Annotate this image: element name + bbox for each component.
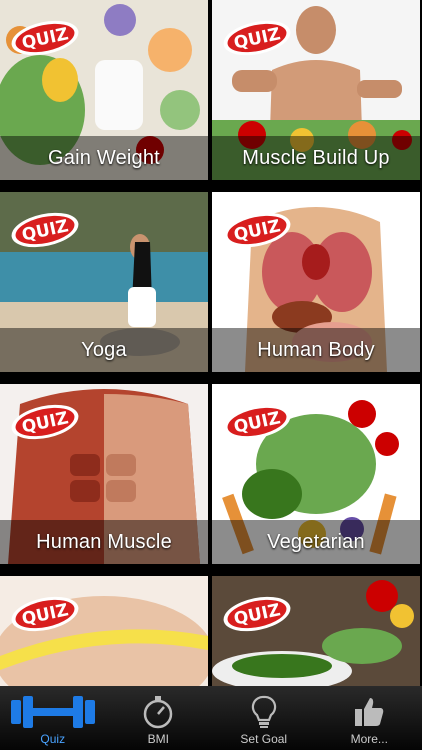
quiz-badge-icon: QUIZ: [11, 596, 79, 632]
quiz-badge-icon: QUIZ: [223, 596, 291, 632]
quiz-grid: QUIZ Gain Weight QUIZ Muscle Build Up QU…: [0, 0, 422, 686]
tab-quiz[interactable]: Quiz: [0, 686, 106, 750]
tab-set-goal[interactable]: Set Goal: [211, 686, 317, 750]
tile-gain-weight[interactable]: QUIZ Gain Weight: [0, 0, 208, 180]
tile-label: Gain Weight: [48, 146, 160, 169]
tab-bar: Quiz BMI Set Goal More...: [0, 686, 422, 750]
tile-label: Muscle Build Up: [242, 146, 390, 169]
quiz-badge-icon: QUIZ: [11, 212, 79, 248]
tile-human-body[interactable]: QUIZ Human Body: [212, 192, 420, 372]
tile-human-muscle[interactable]: QUIZ Human Muscle: [0, 384, 208, 564]
tile-label-bar: Vegetarian: [212, 520, 420, 564]
tile-healthy-food[interactable]: QUIZ: [212, 576, 420, 686]
tab-bmi[interactable]: BMI: [106, 686, 212, 750]
dumbbell-icon: [10, 696, 95, 728]
stopwatch-icon: [144, 696, 173, 729]
quiz-badge-icon: QUIZ: [223, 20, 291, 56]
tile-label-bar: Human Muscle: [0, 520, 208, 564]
quiz-badge-icon: QUIZ: [223, 404, 291, 440]
tile-label-bar: Yoga: [0, 328, 208, 372]
thumbs-up-icon: [355, 698, 384, 726]
tab-label: Quiz: [40, 732, 66, 746]
tile-label: Human Body: [257, 338, 375, 361]
tile-label-bar: Muscle Build Up: [212, 136, 420, 180]
tile-muscle-build-up[interactable]: QUIZ Muscle Build Up: [212, 0, 420, 180]
tile-yoga[interactable]: QUIZ Yoga: [0, 192, 208, 372]
quiz-badge-icon: QUIZ: [223, 212, 291, 248]
tab-label: BMI: [147, 732, 169, 746]
tab-label: Set Goal: [240, 732, 288, 746]
tile-label: Vegetarian: [267, 530, 365, 553]
tile-label: Human Muscle: [36, 530, 172, 553]
tile-label: Yoga: [81, 338, 127, 361]
quiz-badge-icon: QUIZ: [11, 404, 79, 440]
tab-more[interactable]: More...: [317, 686, 422, 750]
quiz-badge-icon: QUIZ: [11, 20, 79, 56]
tile-vegetarian[interactable]: QUIZ Vegetarian: [212, 384, 420, 564]
lightbulb-icon: [251, 695, 276, 728]
tile-label-bar: Human Body: [212, 328, 420, 372]
tile-label-bar: Gain Weight: [0, 136, 208, 180]
tile-weight-loss[interactable]: QUIZ: [0, 576, 208, 686]
tab-label: More...: [350, 732, 388, 746]
